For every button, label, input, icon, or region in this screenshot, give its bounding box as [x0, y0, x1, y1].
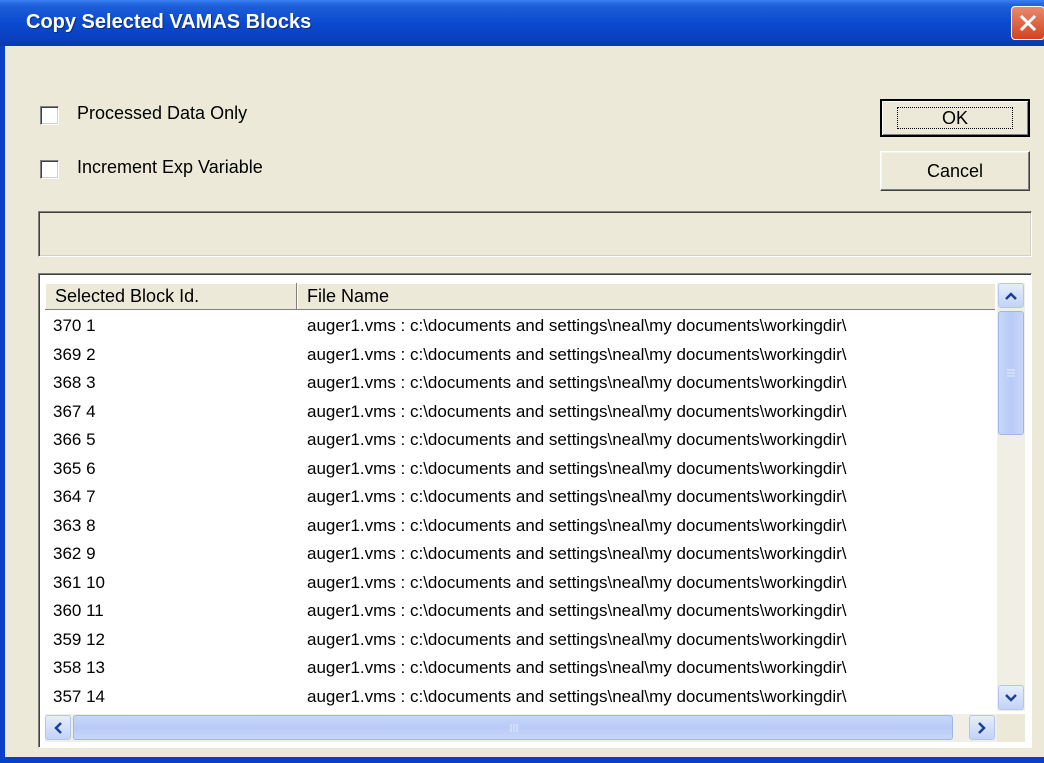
block-id-cell: 366 5 — [53, 430, 96, 449]
file-name-cell: auger1.vms : c:\documents and settings\n… — [307, 344, 847, 364]
scroll-down-button[interactable] — [998, 685, 1024, 710]
increment-exp-variable-label[interactable]: Increment Exp Variable — [77, 157, 263, 178]
list-item[interactable]: 365 6 auger1.vms : c:\documents and setti… — [45, 455, 995, 484]
block-id-cell: 367 4 — [53, 401, 96, 421]
title-bar[interactable]: Copy Selected VAMAS Blocks — [0, 0, 1044, 46]
block-id-cell: 365 6 — [53, 458, 96, 478]
scroll-up-button[interactable] — [998, 283, 1024, 308]
file-name-cell: auger1.vms : c:\documents and settings\n… — [307, 572, 847, 592]
list-item[interactable]: 362 9 auger1.vms : c:\documents and setti… — [45, 540, 995, 569]
close-icon — [1019, 14, 1037, 32]
file-name-cell: auger1.vms : c:\documents and settings\n… — [307, 316, 847, 335]
block-id-cell: 364 7 — [53, 487, 96, 506]
chevron-left-icon — [54, 721, 62, 734]
scroll-right-button[interactable] — [969, 715, 995, 740]
file-name-cell: auger1.vms : c:\documents and settings\n… — [307, 373, 847, 392]
list-item[interactable]: 370 1 auger1.vms : c:\documents and setti… — [45, 312, 995, 341]
list-item[interactable]: 356 15auger1.vms : c:\documents and sett… — [45, 711, 995, 712]
list-item[interactable]: 363 8 auger1.vms : c:\documents and setti… — [45, 512, 995, 541]
file-name-cell: auger1.vms : c:\documents and settings\n… — [307, 601, 847, 620]
list-item[interactable]: 359 12 auger1.vms : c:\documents and sett… — [45, 626, 995, 655]
vertical-scroll-thumb[interactable] — [998, 311, 1024, 435]
block-id-cell: 361 10 — [53, 572, 105, 592]
block-id-cell: 368 3 — [53, 373, 96, 392]
block-id-cell: 360 11 — [53, 601, 104, 620]
file-name-cell: auger1.vms : c:\documents and settings\n… — [307, 515, 847, 535]
list-item[interactable]: 361 10 auger1.vms : c:\documents and sett… — [45, 569, 995, 598]
scrollbar-corner — [997, 714, 1025, 742]
block-id-cell: 357 14 — [53, 686, 105, 706]
file-name-cell: auger1.vms : c:\documents and settings\n… — [307, 401, 847, 421]
list-item[interactable]: 368 3 auger1.vms : c:\documents and setti… — [45, 369, 995, 398]
status-field — [38, 211, 1032, 257]
chevron-up-icon — [1005, 291, 1017, 300]
window-frame-left — [0, 46, 5, 763]
column-header-file-name[interactable]: File Name — [297, 283, 995, 310]
block-id-cell: 370 1 — [53, 316, 96, 335]
grip-icon — [1007, 369, 1015, 377]
file-name-cell: auger1.vms : c:\documents and settings\n… — [307, 430, 847, 449]
grip-icon — [510, 724, 518, 732]
horizontal-scrollbar[interactable] — [45, 714, 997, 742]
window-frame-bottom — [0, 757, 1044, 763]
block-id-cell: 369 2 — [53, 344, 96, 364]
block-id-cell: 356 15 — [45, 711, 297, 712]
block-id-cell: 363 8 — [53, 515, 96, 535]
chevron-right-icon — [978, 721, 986, 734]
increment-exp-variable-checkbox[interactable] — [40, 160, 59, 179]
list-item[interactable]: 364 7 auger1.vms : c:\documents and setti… — [45, 483, 995, 512]
ok-button-label: OK — [896, 107, 1013, 129]
vertical-scrollbar[interactable] — [997, 283, 1025, 711]
horizontal-scroll-thumb[interactable] — [73, 715, 953, 740]
processed-data-only-checkbox[interactable] — [40, 106, 59, 125]
file-name-cell: auger1.vms : c:\documents and settings\n… — [307, 458, 847, 478]
file-name-cell: auger1.vms : c:\documents and settings\n… — [307, 544, 847, 563]
list-header: Selected Block Id. File Name — [45, 283, 995, 310]
list-item[interactable]: 366 5 auger1.vms : c:\documents and setti… — [45, 426, 995, 455]
file-name-cell: auger1.vms : c:\documents and settings\n… — [307, 629, 847, 649]
list-item[interactable]: 360 11 auger1.vms : c:\documents and sett… — [45, 597, 995, 626]
close-button[interactable] — [1011, 6, 1044, 40]
list-rows: 370 1 auger1.vms : c:\documents and setti… — [45, 312, 995, 712]
cancel-button-label: Cancel — [926, 160, 984, 181]
chevron-down-icon — [1005, 693, 1017, 702]
ok-button[interactable]: OK — [880, 99, 1030, 137]
list-item[interactable]: 357 14 auger1.vms : c:\documents and sett… — [45, 683, 995, 712]
block-id-cell: 359 12 — [53, 629, 105, 649]
list-item[interactable]: 369 2 auger1.vms : c:\documents and setti… — [45, 341, 995, 370]
block-id-cell: 362 9 — [53, 544, 96, 563]
scroll-left-button[interactable] — [45, 715, 71, 740]
file-name-cell: auger1.vms : c:\documents and settings\n… — [297, 711, 995, 712]
processed-data-only-label[interactable]: Processed Data Only — [77, 103, 247, 124]
file-name-cell: auger1.vms : c:\documents and settings\n… — [307, 686, 847, 706]
cancel-button[interactable]: Cancel — [880, 151, 1030, 191]
list-item[interactable]: 367 4 auger1.vms : c:\documents and setti… — [45, 398, 995, 427]
column-header-block-id[interactable]: Selected Block Id. — [45, 283, 297, 310]
file-name-cell: auger1.vms : c:\documents and settings\n… — [307, 487, 847, 506]
block-id-cell: 358 13 — [53, 658, 105, 677]
file-name-cell: auger1.vms : c:\documents and settings\n… — [307, 658, 847, 677]
window-title: Copy Selected VAMAS Blocks — [26, 11, 312, 33]
list-item[interactable]: 358 13 auger1.vms : c:\documents and sett… — [45, 654, 995, 683]
selected-blocks-list[interactable]: Selected Block Id. File Name 370 1 auger1… — [38, 273, 1032, 748]
